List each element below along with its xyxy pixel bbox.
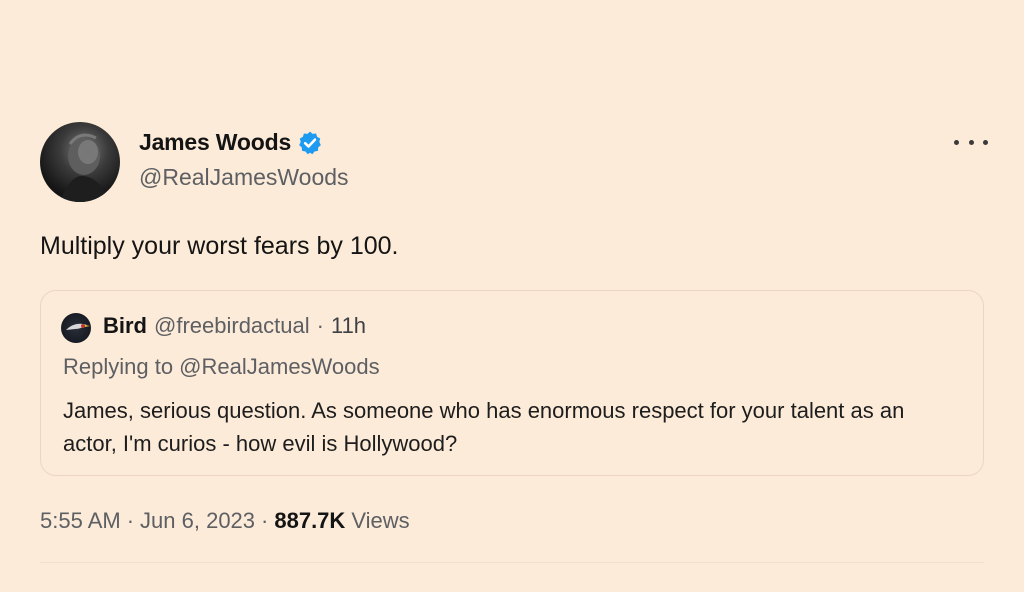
tweet-date[interactable]: Jun 6, 2023 — [140, 508, 255, 534]
author-handle[interactable]: @RealJamesWoods — [139, 164, 349, 191]
more-dot — [983, 139, 988, 145]
quote-author-avatar — [61, 313, 91, 343]
quote-time: 11h — [330, 313, 367, 338]
quoted-tweet[interactable]: Bird @freebirdactual · 11h Replying to @… — [40, 290, 984, 476]
meta-separator: · — [126, 508, 135, 533]
author-name-row[interactable]: James Woods — [139, 129, 323, 156]
views-count: 887.7K — [274, 508, 346, 533]
quote-separator: · — [316, 313, 324, 338]
quote-author-handle: @freebirdactual — [154, 313, 310, 338]
tweet-time[interactable]: 5:55 AM — [40, 508, 121, 534]
tweet-text: Multiply your worst fears by 100. — [40, 232, 399, 260]
tweet-meta: 5:55 AM · Jun 6, 2023 · 887.7K Views — [40, 508, 410, 534]
verified-badge-icon — [299, 131, 321, 154]
more-horizontal-icon[interactable] — [954, 130, 988, 154]
quote-author-name: Bird — [103, 313, 147, 338]
meta-separator: · — [261, 508, 269, 533]
author-name[interactable]: James Woods — [139, 129, 291, 156]
more-dot — [968, 139, 974, 145]
more-dot — [954, 139, 959, 145]
tweet: James Woods @RealJamesWoods Multiply you… — [0, 0, 1024, 592]
replying-to: Replying to @RealJamesWoods — [63, 354, 380, 379]
quote-header: Bird @freebirdactual · 11h — [103, 313, 366, 339]
author-avatar[interactable] — [40, 122, 120, 202]
views-label: Views — [351, 508, 410, 533]
divider — [40, 562, 984, 563]
quote-text: James, serious question. As someone who … — [63, 398, 905, 456]
